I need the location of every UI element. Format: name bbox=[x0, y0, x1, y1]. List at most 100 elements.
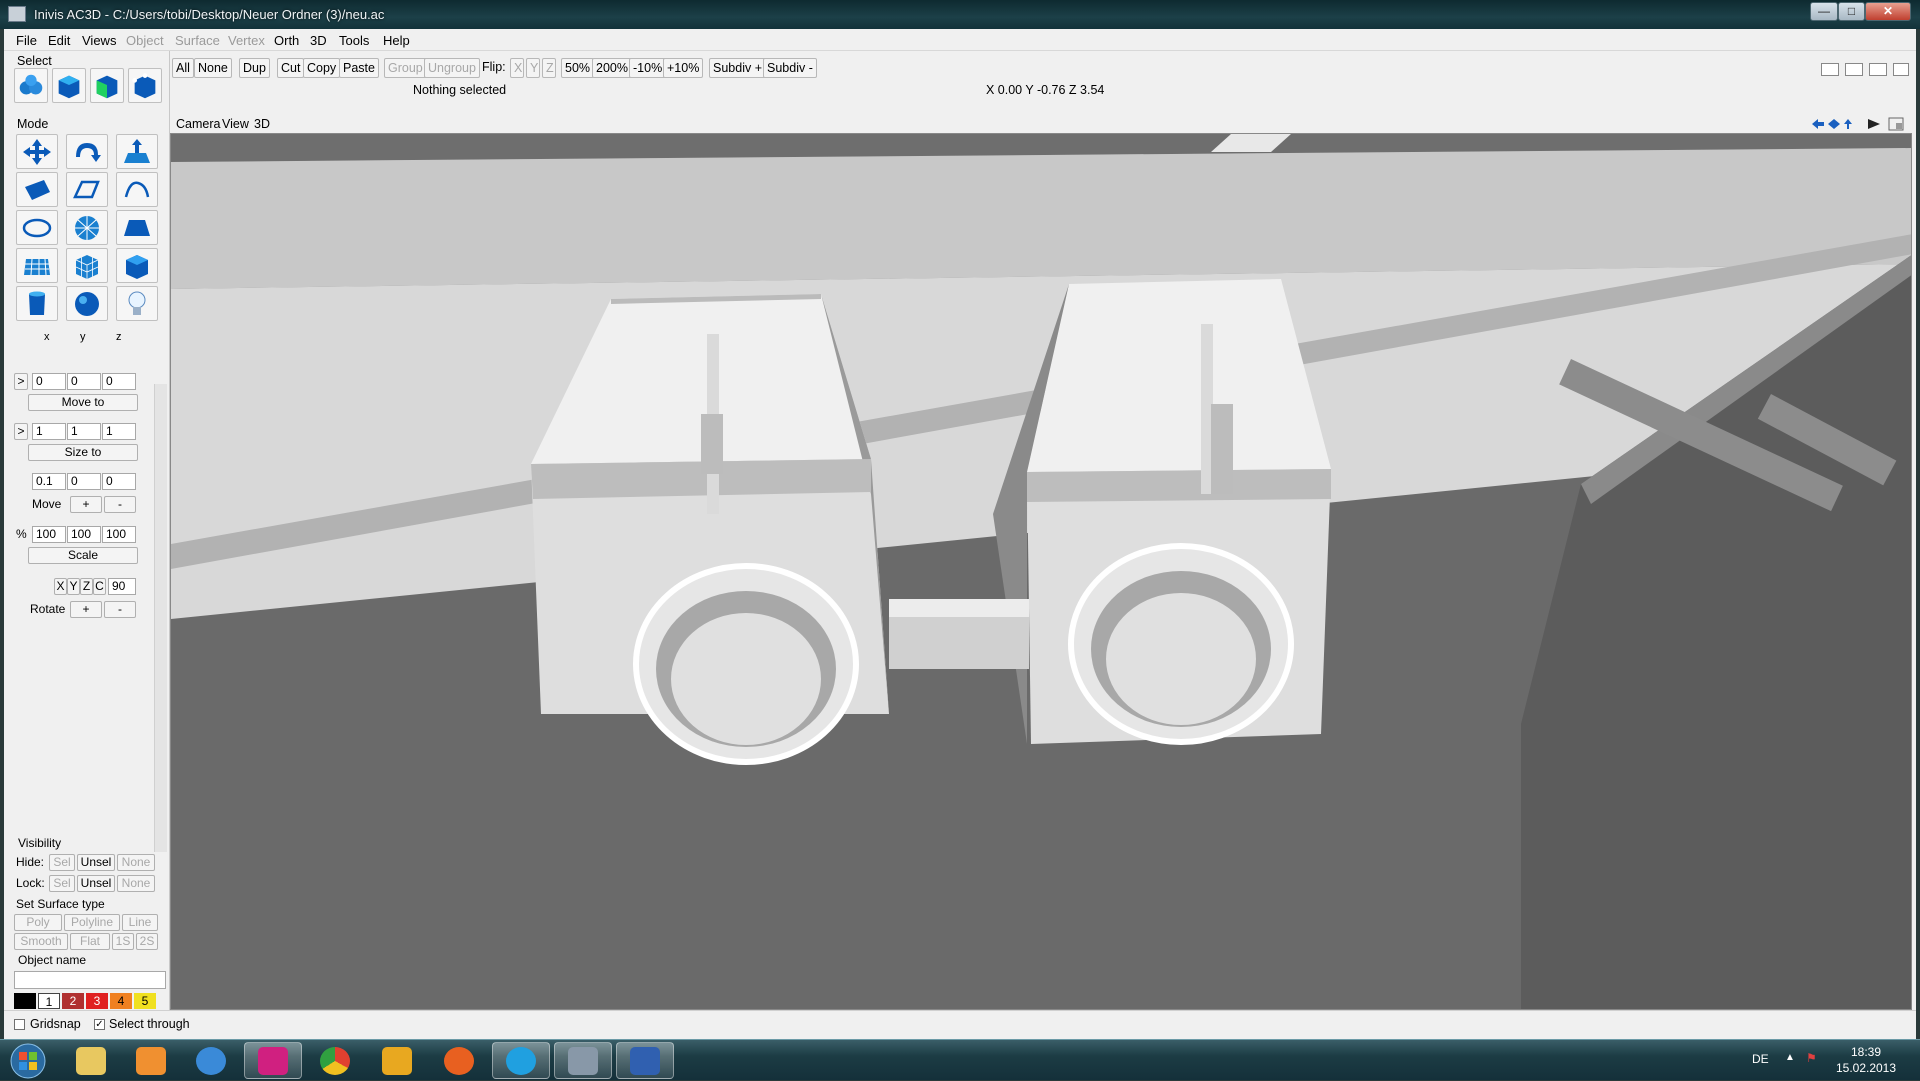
menu-orth[interactable]: Orth bbox=[274, 33, 299, 48]
taskbar-explorer[interactable] bbox=[62, 1042, 120, 1079]
menu-object[interactable]: Object bbox=[126, 33, 164, 48]
view-single-icon[interactable] bbox=[1821, 63, 1839, 76]
scale-plus10-button[interactable]: +10% bbox=[663, 58, 704, 78]
tray-expand-icon[interactable]: ▲ bbox=[1785, 1052, 1795, 1063]
light-tool[interactable] bbox=[116, 286, 158, 321]
taskbar-skype[interactable] bbox=[492, 1042, 550, 1079]
menu-views[interactable]: Views bbox=[82, 33, 116, 48]
ungroup-button[interactable]: Ungroup bbox=[424, 58, 480, 78]
select-all-button[interactable]: All bbox=[172, 58, 194, 78]
object-name-input[interactable] bbox=[14, 971, 166, 989]
select-surface-tool[interactable] bbox=[90, 68, 124, 103]
rotate-minus-button[interactable]: - bbox=[104, 601, 136, 618]
taskbar-internet-explorer[interactable] bbox=[182, 1042, 240, 1079]
move-x-input[interactable]: 0.1 bbox=[32, 473, 66, 490]
color-swatch-4[interactable]: 4 bbox=[110, 993, 132, 1009]
rotate-angle-input[interactable]: 90 bbox=[108, 578, 136, 595]
rotate-axis-x-button[interactable]: X bbox=[54, 578, 67, 595]
subdivided-box-tool[interactable] bbox=[66, 248, 108, 283]
view-grid-icon[interactable] bbox=[1893, 63, 1909, 76]
lock-sel-button[interactable]: Sel bbox=[49, 875, 75, 892]
polyline-tool[interactable] bbox=[66, 172, 108, 207]
viewport-camera-label[interactable]: Camera bbox=[176, 117, 220, 131]
duplicate-button[interactable]: Dup bbox=[239, 58, 270, 78]
surface-flat-button[interactable]: Flat bbox=[70, 933, 110, 950]
taskbar-tool[interactable] bbox=[368, 1042, 426, 1079]
select-vertex-tool[interactable] bbox=[128, 68, 162, 103]
move-plus-button[interactable]: + bbox=[70, 496, 102, 513]
rotate-plus-button[interactable]: + bbox=[70, 601, 102, 618]
scale-z-input[interactable]: 100 bbox=[102, 526, 136, 543]
viewport-3d-label[interactable]: 3D bbox=[254, 117, 270, 131]
line-tool[interactable] bbox=[116, 172, 158, 207]
copy-button[interactable]: Copy bbox=[303, 58, 341, 78]
view-split-icon[interactable] bbox=[1845, 63, 1863, 76]
rotate-axis-y-button[interactable]: Y bbox=[67, 578, 80, 595]
position-y-input[interactable]: 0 bbox=[67, 373, 101, 390]
position-arrow-button[interactable]: > bbox=[14, 373, 28, 390]
flip-z-button[interactable]: Z bbox=[542, 58, 556, 78]
rotate-axis-z-button[interactable]: Z bbox=[80, 578, 93, 595]
system-clock[interactable]: 18:39 15.02.2013 bbox=[1820, 1044, 1912, 1076]
scale-button[interactable]: Scale bbox=[28, 547, 138, 564]
minimize-button[interactable]: — bbox=[1810, 2, 1838, 21]
extrude-mode-tool[interactable] bbox=[116, 134, 158, 169]
plane-tool[interactable] bbox=[116, 210, 158, 245]
flip-x-button[interactable]: X bbox=[510, 58, 524, 78]
subdiv-minus-button[interactable]: Subdiv - bbox=[763, 58, 817, 78]
close-button[interactable]: ✕ bbox=[1865, 2, 1911, 21]
size-y-input[interactable]: 1 bbox=[67, 423, 101, 440]
mesh-tool[interactable] bbox=[16, 248, 58, 283]
select-group-tool[interactable] bbox=[14, 68, 48, 103]
taskbar-media-player[interactable] bbox=[122, 1042, 180, 1079]
surface-2s-button[interactable]: 2S bbox=[136, 933, 158, 950]
scale-minus10-button[interactable]: -10% bbox=[629, 58, 667, 78]
taskbar-firefox[interactable] bbox=[430, 1042, 488, 1079]
scale-y-input[interactable]: 100 bbox=[67, 526, 101, 543]
color-swatch-2[interactable]: 2 bbox=[62, 993, 84, 1009]
ellipse-tool[interactable] bbox=[16, 210, 58, 245]
taskbar-paint[interactable] bbox=[616, 1042, 674, 1079]
move-minus-button[interactable]: - bbox=[104, 496, 136, 513]
move-y-input[interactable]: 0 bbox=[67, 473, 101, 490]
navigate-arrows-icon[interactable] bbox=[1810, 117, 1858, 131]
surface-poly-button[interactable]: Poly bbox=[14, 914, 62, 931]
taskbar-ac3d[interactable] bbox=[554, 1042, 612, 1079]
move-to-button[interactable]: Move to bbox=[28, 394, 138, 411]
surface-smooth-button[interactable]: Smooth bbox=[14, 933, 68, 950]
taskbar-telekom[interactable] bbox=[244, 1042, 302, 1079]
action-center-flag-icon[interactable]: ⚑ bbox=[1806, 1051, 1817, 1065]
gridsnap-checkbox[interactable] bbox=[14, 1019, 25, 1030]
panel-scrollbar[interactable] bbox=[154, 384, 167, 852]
surface-polyline-button[interactable]: Polyline bbox=[64, 914, 120, 931]
cut-button[interactable]: Cut bbox=[277, 58, 305, 78]
paste-button[interactable]: Paste bbox=[339, 58, 379, 78]
hide-none-button[interactable]: None bbox=[117, 854, 155, 871]
hide-sel-button[interactable]: Sel bbox=[49, 854, 75, 871]
menu-surface[interactable]: Surface bbox=[175, 33, 220, 48]
polygon-tool[interactable] bbox=[16, 172, 58, 207]
menu-3d[interactable]: 3D bbox=[310, 33, 327, 48]
position-x-input[interactable]: 0 bbox=[32, 373, 66, 390]
lock-unsel-button[interactable]: Unsel bbox=[77, 875, 115, 892]
lock-none-button[interactable]: None bbox=[117, 875, 155, 892]
group-button[interactable]: Group bbox=[384, 58, 427, 78]
flip-y-button[interactable]: Y bbox=[526, 58, 540, 78]
size-arrow-button[interactable]: > bbox=[14, 423, 28, 440]
viewport-view-label[interactable]: View bbox=[222, 117, 249, 131]
start-button[interactable] bbox=[2, 1041, 54, 1081]
color-swatch-5[interactable]: 5 bbox=[134, 993, 156, 1009]
menu-vertex[interactable]: Vertex bbox=[228, 33, 265, 48]
color-swatch-0[interactable] bbox=[14, 993, 36, 1009]
position-z-input[interactable]: 0 bbox=[102, 373, 136, 390]
select-through-checkbox[interactable]: ✓ bbox=[94, 1019, 105, 1030]
move-z-input[interactable]: 0 bbox=[102, 473, 136, 490]
size-to-button[interactable]: Size to bbox=[28, 444, 138, 461]
3d-viewport[interactable] bbox=[170, 133, 1912, 1010]
disk-tool[interactable] bbox=[66, 210, 108, 245]
menu-file[interactable]: File bbox=[16, 33, 37, 48]
surface-1s-button[interactable]: 1S bbox=[112, 933, 134, 950]
menu-help[interactable]: Help bbox=[383, 33, 410, 48]
color-swatch-3[interactable]: 3 bbox=[86, 993, 108, 1009]
viewport-maximize-icon[interactable] bbox=[1888, 117, 1904, 131]
